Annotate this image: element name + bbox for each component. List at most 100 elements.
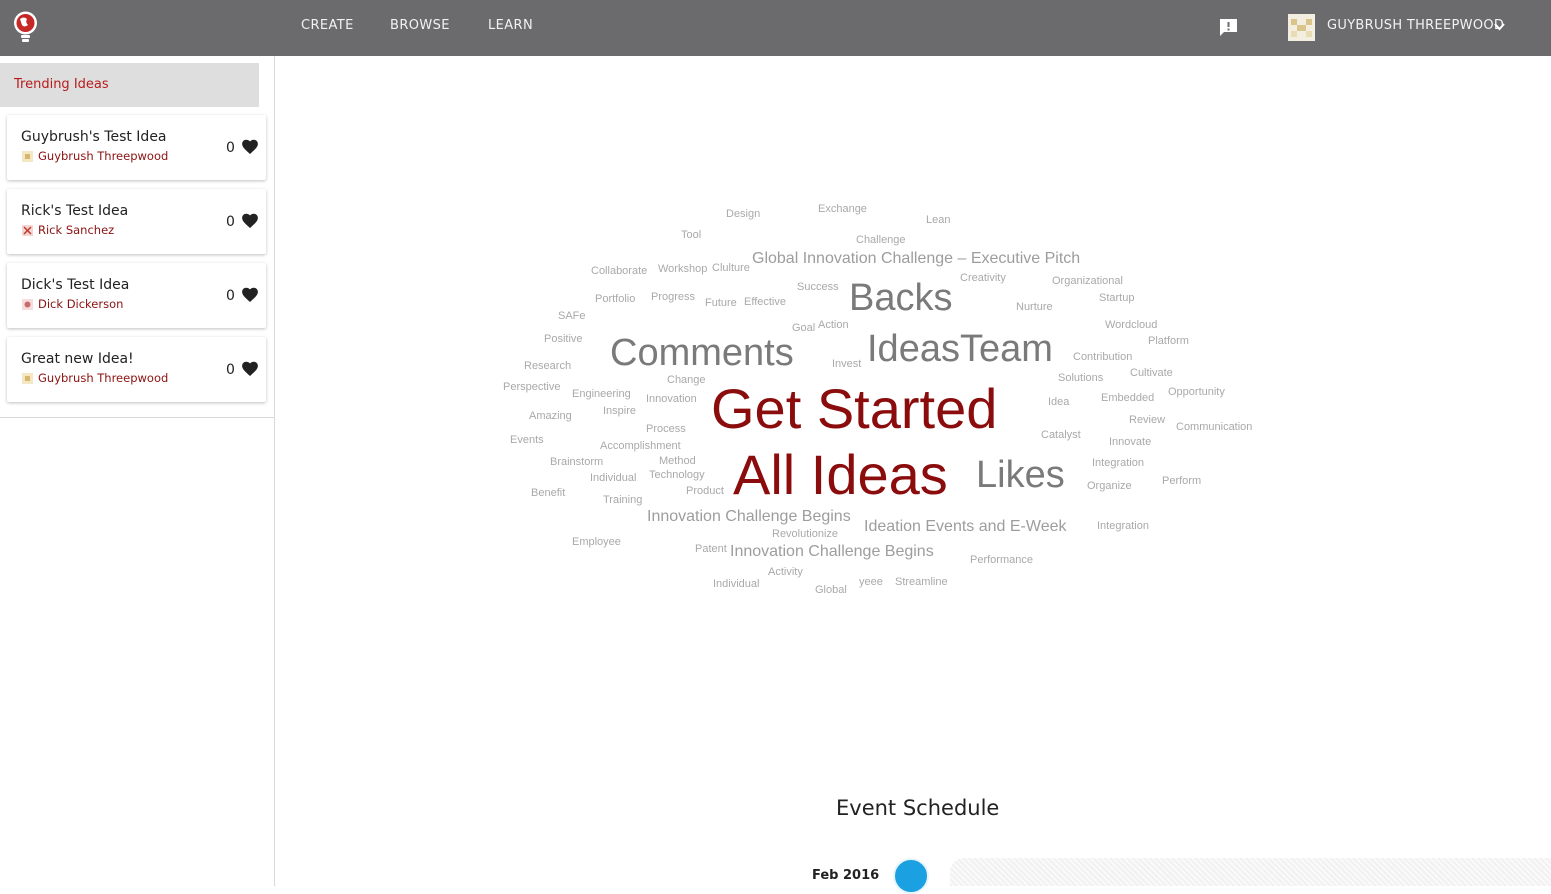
nav-create[interactable]: CREATE [301, 18, 354, 33]
word-cloud-item[interactable]: Progress [651, 292, 695, 303]
idea-author[interactable]: Dick Dickerson [38, 297, 123, 311]
word-cloud-item[interactable]: Catalyst [1041, 430, 1081, 441]
word-cloud-item[interactable]: Invest [832, 359, 861, 370]
word-cloud-item[interactable]: Perform [1162, 476, 1201, 487]
heart-icon[interactable] [241, 360, 259, 377]
nav-browse[interactable]: BROWSE [390, 18, 450, 33]
word-cloud-item[interactable]: Likes [976, 456, 1065, 494]
user-avatar[interactable] [1288, 14, 1315, 41]
word-cloud-item[interactable]: Innovation Challenge Begins [730, 544, 934, 560]
word-cloud-item[interactable]: Brainstorm [550, 457, 603, 468]
word-cloud-item[interactable]: Nurture [1016, 302, 1053, 313]
word-cloud-item[interactable]: Startup [1099, 293, 1134, 304]
word-cloud-item[interactable]: Engineering [572, 389, 631, 400]
word-cloud-item[interactable]: Organizational [1052, 276, 1123, 287]
word-cloud-item[interactable]: Platform [1148, 336, 1189, 347]
word-cloud-item[interactable]: Accomplishment [600, 441, 681, 452]
word-cloud-item[interactable]: Ideas [867, 330, 960, 368]
word-cloud-item[interactable]: Global [815, 585, 847, 596]
word-cloud-item[interactable]: Exchange [818, 204, 867, 215]
word-cloud-item[interactable]: Streamline [895, 577, 948, 588]
word-cloud-item[interactable]: Review [1129, 415, 1165, 426]
word-cloud-item[interactable]: Backs [849, 279, 952, 317]
word-cloud-item[interactable]: Effective [744, 297, 786, 308]
sidebar: Trending Ideas Guybrush's Test Idea Guyb… [0, 56, 275, 886]
heart-icon[interactable] [241, 138, 259, 155]
word-cloud-item[interactable]: Contribution [1073, 352, 1132, 363]
word-cloud-item[interactable]: Portfolio [595, 294, 635, 305]
word-cloud-item[interactable]: All Ideas [733, 447, 948, 503]
idea-card[interactable]: Guybrush's Test Idea Guybrush Threepwood… [7, 115, 266, 180]
word-cloud-item[interactable]: Success [797, 282, 839, 293]
word-cloud-item[interactable]: Individual [713, 579, 759, 590]
word-cloud-item[interactable]: Revolutionize [772, 529, 838, 540]
word-cloud-item[interactable]: Activity [768, 567, 803, 578]
word-cloud-item[interactable]: Inspire [603, 406, 636, 417]
sidebar-header-trending-ideas[interactable]: Trending Ideas [0, 63, 259, 107]
word-cloud-item[interactable]: Action [818, 320, 849, 331]
word-cloud-item[interactable]: Collaborate [591, 266, 647, 277]
nav-learn[interactable]: LEARN [488, 18, 533, 33]
word-cloud-item[interactable]: Communication [1176, 422, 1252, 433]
word-cloud-item[interactable]: Training [603, 495, 642, 506]
word-cloud-item[interactable]: Integration [1092, 458, 1144, 469]
word-cloud-item[interactable]: Change [667, 375, 706, 386]
word-cloud-item[interactable]: Idea [1048, 397, 1069, 408]
word-cloud-item[interactable]: Innovation Challenge Begins [647, 509, 851, 525]
word-cloud-item[interactable]: Solutions [1058, 373, 1103, 384]
idea-card[interactable]: Rick's Test Idea Rick Sanchez 0 [7, 189, 266, 254]
idea-author[interactable]: Guybrush Threepwood [38, 371, 168, 385]
heart-icon[interactable] [241, 286, 259, 303]
word-cloud-item[interactable]: Events [510, 435, 544, 446]
word-cloud-item[interactable]: Embedded [1101, 393, 1154, 404]
word-cloud-item[interactable]: Benefit [531, 488, 565, 499]
word-cloud-item[interactable]: Future [705, 298, 737, 309]
word-cloud-item[interactable]: Challenge [856, 235, 906, 246]
idea-card[interactable]: Dick's Test Idea Dick Dickerson 0 [7, 263, 266, 328]
word-cloud-item[interactable]: Perspective [503, 382, 560, 393]
author-avatar-icon [22, 151, 33, 162]
word-cloud-item[interactable]: Comments [610, 334, 794, 372]
word-cloud-item[interactable]: Patent [695, 544, 727, 555]
word-cloud-item[interactable]: Positive [544, 334, 583, 345]
word-cloud-item[interactable]: Opportunity [1168, 387, 1225, 398]
heart-icon[interactable] [241, 212, 259, 229]
word-cloud-item[interactable]: Method [659, 456, 696, 467]
word-cloud-item[interactable]: Organize [1087, 481, 1132, 492]
lightbulb-logo-icon[interactable] [12, 11, 39, 44]
word-cloud-item[interactable]: Ideation Events and E-Week [864, 519, 1067, 535]
user-name[interactable]: GUYBRUSH THREEPWOOD [1327, 18, 1504, 33]
word-cloud-item[interactable]: Creativity [960, 273, 1006, 284]
word-cloud-item[interactable]: Innovation [646, 394, 697, 405]
word-cloud-item[interactable]: Get Started [711, 381, 997, 437]
word-cloud-item[interactable]: Process [646, 424, 686, 435]
word-cloud-item[interactable]: Innovate [1109, 437, 1151, 448]
word-cloud-item[interactable]: Tool [681, 230, 701, 241]
like-count: 0 [226, 288, 235, 304]
word-cloud-item[interactable]: yeee [859, 577, 883, 588]
event-marker[interactable] [893, 858, 929, 894]
word-cloud-item[interactable]: SAFe [558, 311, 586, 322]
word-cloud-item[interactable]: Amazing [529, 411, 572, 422]
word-cloud-item[interactable]: Employee [572, 537, 621, 548]
word-cloud-item[interactable]: Clulture [712, 263, 750, 274]
word-cloud-item[interactable]: Cultivate [1130, 368, 1173, 379]
word-cloud-item[interactable]: Performance [970, 555, 1033, 566]
idea-author[interactable]: Guybrush Threepwood [38, 149, 168, 163]
word-cloud-item[interactable]: Integration [1097, 521, 1149, 532]
word-cloud-item[interactable]: Lean [926, 215, 950, 226]
word-cloud-item[interactable]: Technology [649, 470, 705, 481]
word-cloud-item[interactable]: Product [686, 486, 724, 497]
word-cloud-item[interactable]: Goal [792, 323, 815, 334]
chevron-down-icon[interactable] [1493, 22, 1506, 32]
word-cloud-item[interactable]: Workshop [658, 264, 707, 275]
word-cloud-item[interactable]: Team [960, 330, 1053, 368]
idea-card[interactable]: Great new Idea! Guybrush Threepwood 0 [7, 337, 266, 402]
word-cloud-item[interactable]: Wordcloud [1105, 320, 1157, 331]
word-cloud-item[interactable]: Research [524, 361, 571, 372]
idea-author[interactable]: Rick Sanchez [38, 223, 114, 237]
word-cloud-item[interactable]: Individual [590, 473, 636, 484]
word-cloud-item[interactable]: Global Innovation Challenge – Executive … [752, 251, 1080, 267]
feedback-icon[interactable] [1219, 18, 1238, 37]
word-cloud-item[interactable]: Design [726, 209, 760, 220]
